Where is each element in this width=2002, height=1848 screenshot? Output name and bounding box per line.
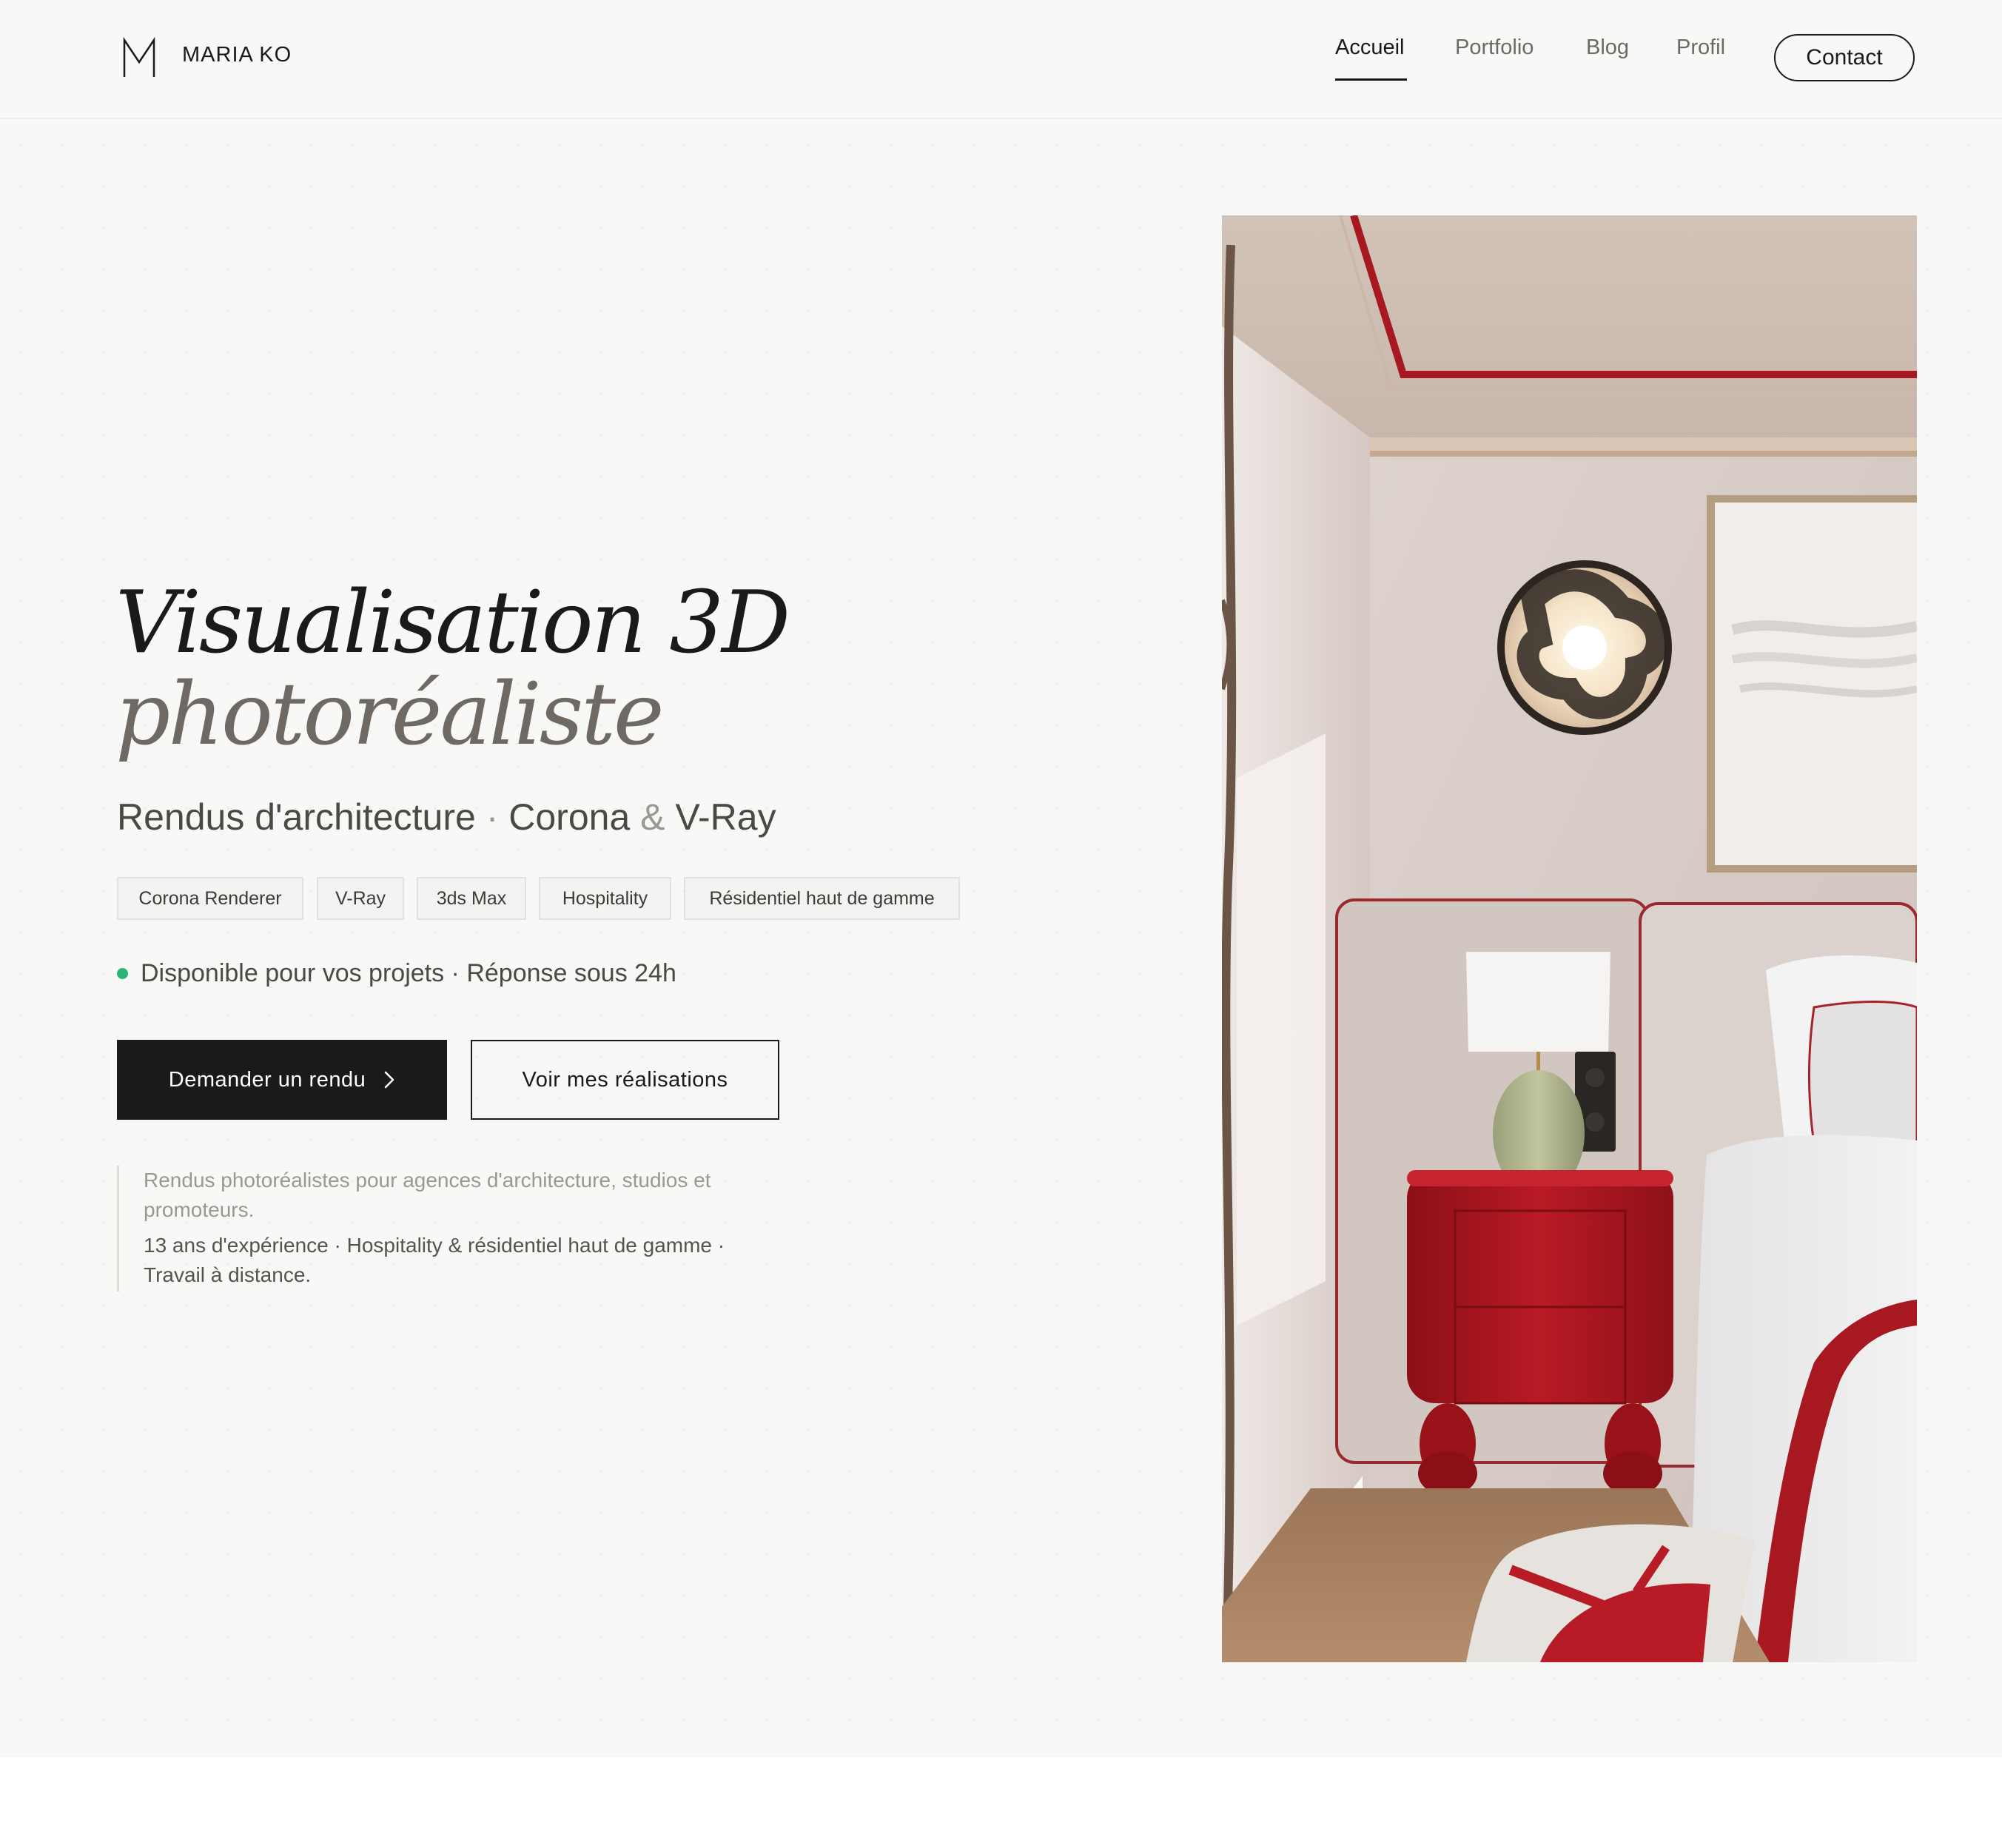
quote-experience: 13 ans d'expérience · Hospitality & rési…	[144, 1234, 725, 1286]
subtitle-architecture: Rendus d'architecture	[117, 796, 476, 838]
subtitle-corona: Corona	[508, 796, 631, 838]
nav-profil[interactable]: Profil	[1676, 36, 1725, 60]
nav-active-indicator	[1335, 78, 1407, 81]
brand-name[interactable]: MARIA KO	[182, 43, 292, 67]
logo-m-icon[interactable]	[121, 37, 157, 78]
hero-bedroom-image	[1222, 215, 1917, 1662]
tag-residentiel: Résidentiel haut de gamme	[684, 877, 960, 920]
tag-hospitality: Hospitality	[539, 877, 671, 920]
availability-text: Disponible pour vos projets · Réponse so…	[141, 959, 676, 987]
hero-title: Visualisation 3D photoréaliste	[115, 573, 790, 765]
request-render-button[interactable]: Demander un rendu	[117, 1040, 447, 1120]
subtitle-separator: ·	[475, 796, 509, 838]
site-header: MARIA KO Accueil Portfolio Blog Profil C…	[0, 0, 2002, 119]
view-work-button[interactable]: Voir mes réalisations	[471, 1040, 779, 1120]
nav-blog[interactable]: Blog	[1586, 36, 1629, 60]
tag-vray: V-Ray	[317, 877, 404, 920]
intro-quote: Rendus photoréalistes pour agences d'arc…	[117, 1166, 761, 1291]
hero-title-line1: Visualisation 3D	[115, 573, 790, 673]
contact-button[interactable]: Contact	[1774, 34, 1915, 81]
quote-audience: Rendus photoréalistes pour agences d'arc…	[144, 1169, 711, 1221]
nav-accueil[interactable]: Accueil	[1335, 36, 1405, 60]
request-render-label: Demander un rendu	[168, 1067, 366, 1092]
chevron-right-icon	[384, 1071, 394, 1089]
hero-title-line2: photoréaliste	[115, 665, 665, 765]
nav-portfolio[interactable]: Portfolio	[1455, 36, 1534, 60]
tag-corona-renderer: Corona Renderer	[117, 877, 303, 920]
subtitle-vray: V-Ray	[675, 796, 776, 838]
tag-3ds-max: 3ds Max	[417, 877, 526, 920]
status-dot-icon	[117, 968, 128, 979]
subtitle-ampersand: &	[630, 796, 676, 838]
hero-subtitle: Rendus d'architecture · Corona & V-Ray	[117, 796, 776, 839]
availability-status: Disponible pour vos projets · Réponse so…	[117, 959, 676, 988]
